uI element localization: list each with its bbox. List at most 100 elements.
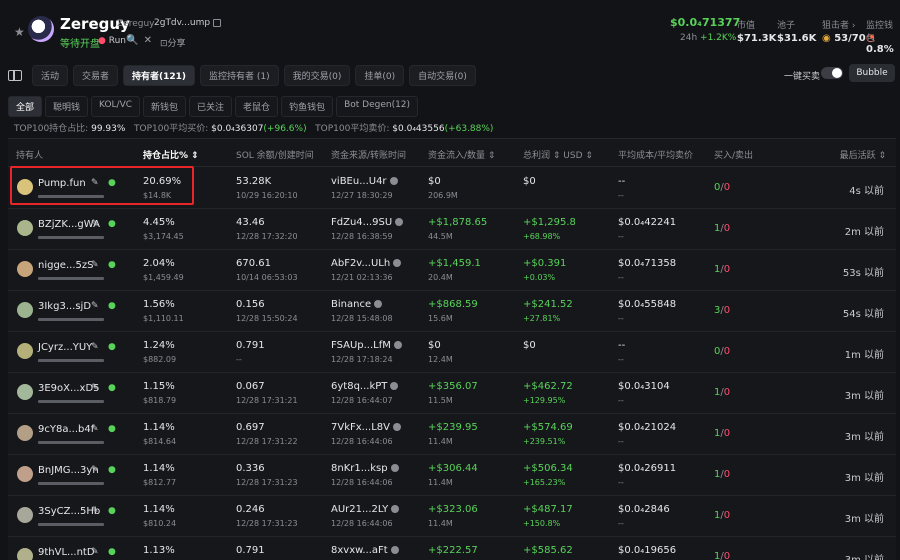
holder-name[interactable]: 9cY8a...b4f <box>38 424 94 435</box>
holding-usd: $818.79 <box>143 396 177 405</box>
col-sol: SOL 余额/创建时间 <box>236 151 314 161</box>
holding-bar <box>38 441 104 444</box>
share-button[interactable]: ⊡分享 <box>160 36 186 49</box>
token-address[interactable]: 2gTdv...ump <box>154 18 222 28</box>
holder-name[interactable]: Pump.fun <box>38 178 86 189</box>
edit-icon[interactable]: ✎ <box>91 547 99 557</box>
holder-name[interactable]: 3Ikg3...sjD <box>38 301 91 312</box>
holder-name[interactable]: JCyrz...YUY <box>38 342 92 353</box>
filter-all[interactable]: 全部 <box>8 96 43 117</box>
col-source: 资金来源/转账时间 <box>331 151 407 161</box>
tab-watched-holders[interactable]: 监控持有者 (1) <box>200 64 279 86</box>
table-row[interactable]: BnJMG...3yn ✎ ● 1.14% $812.77 0.336 12/2… <box>8 455 896 496</box>
filter-phishing[interactable]: 钓鱼钱包 <box>281 96 334 117</box>
user-icon: ● <box>108 178 116 188</box>
fund-source[interactable]: 8xvxw...aFt <box>331 545 399 556</box>
table-row[interactable]: nigge...5zS ✎ ● 2.04% $1,459.49 670.61 1… <box>8 250 896 291</box>
fund-source[interactable]: AbF2v...ULh <box>331 258 402 269</box>
quick-trade-toggle[interactable] <box>821 67 843 79</box>
table-row[interactable]: 9thVL...ntD ✎ ● 1.13% $808.19 0.791 12/2… <box>8 537 896 560</box>
fund-source[interactable]: 8nKr1...ksp <box>331 463 399 474</box>
sell-count: 0 <box>723 469 731 480</box>
total-profit: +$0.391 <box>523 258 567 269</box>
filter-kol[interactable]: KOL/VC <box>91 96 141 117</box>
fund-source-text: Binance <box>331 299 372 310</box>
profit-percent: +0.03% <box>523 273 556 282</box>
holder-name[interactable]: BnJMG...3yn <box>38 465 99 476</box>
edit-icon[interactable]: ✎ <box>91 506 99 516</box>
filter-smart-money[interactable]: 聪明钱 <box>45 96 89 117</box>
sniper-icon: ◉ <box>822 33 831 44</box>
holding-usd: $14.8K <box>143 191 172 200</box>
fund-source-text: AUr21...2LY <box>331 504 389 515</box>
table-row[interactable]: 3SyCZ...5Hb ✎ ● 1.14% $810.24 0.246 12/2… <box>8 496 896 537</box>
last-active: 54s 以前 <box>842 309 884 320</box>
tab-activity[interactable]: 活动 <box>32 64 69 86</box>
tab-holders[interactable]: 持有者(121) <box>123 64 196 86</box>
edit-icon[interactable]: ✎ <box>91 260 99 270</box>
bubble-button[interactable]: Bubble <box>849 64 895 82</box>
filter-insider[interactable]: 老鼠仓 <box>235 96 279 117</box>
col-holder[interactable]: 持有人 <box>16 148 43 161</box>
fund-source[interactable]: AUr21...2LY <box>331 504 400 515</box>
fund-source[interactable]: Binance <box>331 299 383 310</box>
filter-new-wallet[interactable]: 新钱包 <box>143 96 187 117</box>
fund-source[interactable]: viBEu...U4r <box>331 176 398 187</box>
copy-icon[interactable] <box>213 18 222 27</box>
token-header: ★ Zereguy Zereguy 2gTdv...ump 等待开盘 ● Run… <box>0 0 900 60</box>
tab-my-trades[interactable]: 我的交易(0) <box>283 64 351 86</box>
holding-usd: $1,110.11 <box>143 314 184 323</box>
fund-source[interactable]: FdZu4...9SU <box>331 217 404 228</box>
col-inflow[interactable]: 资金流入/数量 ⇕ <box>428 148 495 161</box>
table-row[interactable]: BZjZK...gWA ✎ ● 4.45% $3,174.45 43.46 12… <box>8 209 896 250</box>
col-profit[interactable]: 总利润 ⇕ USD ⇕ <box>523 148 593 161</box>
edit-icon[interactable]: ✎ <box>91 301 99 311</box>
table-row[interactable]: 9cY8a...b4f ✎ ● 1.14% $814.64 0.697 12/2… <box>8 414 896 455</box>
buy-sell-count: 1/0 <box>714 387 730 398</box>
fund-source[interactable]: 6yt8q...kPT <box>331 381 399 392</box>
fund-source[interactable]: 7VkFx...L8V <box>331 422 401 433</box>
col-last-active[interactable]: 最后活跃 ⇕ <box>840 148 886 161</box>
inflow-value: +$323.06 <box>428 504 478 515</box>
last-active: 3m 以前 <box>845 551 884 560</box>
filter-bot-degen[interactable]: Bot Degen(12) <box>336 96 419 117</box>
total-profit: $0 <box>523 340 536 351</box>
user-icon: ● <box>108 219 116 229</box>
source-icon <box>389 177 398 185</box>
col-percent[interactable]: 持仓占比% ⇕ <box>143 148 199 161</box>
table-row[interactable]: Pump.fun ✎ ● 20.69% $14.8K 53.28K 10/29 … <box>8 168 896 209</box>
edit-icon[interactable]: ✎ <box>91 424 99 434</box>
holder-avatar <box>17 466 33 482</box>
sell-count: 0 <box>723 264 731 275</box>
source-icon <box>390 382 399 390</box>
holder-avatar <box>17 507 33 523</box>
holder-name[interactable]: nigge...5zS <box>38 260 93 271</box>
sell-count: 0 <box>723 510 731 521</box>
stat-label-snipers[interactable]: 狙击者 › <box>822 18 855 31</box>
holder-avatar <box>17 220 33 236</box>
social-icons[interactable]: 🔍 ✕ <box>126 35 153 46</box>
avg-sell: -- <box>618 478 624 487</box>
table-row[interactable]: 3Ikg3...sjD ✎ ● 1.56% $1,110.11 0.156 12… <box>8 291 896 332</box>
filter-followed[interactable]: 已关注 <box>189 96 233 117</box>
edit-icon[interactable]: ✎ <box>91 465 99 475</box>
inflow-value: $0 <box>428 340 441 351</box>
panel-toggle-icon[interactable] <box>8 69 22 81</box>
holder-name[interactable]: 9thVL...ntD <box>38 547 95 558</box>
fund-source[interactable]: FSAUp...LfM <box>331 340 402 351</box>
table-row[interactable]: 3E9oX...xD5 ✎ ● 1.15% $818.79 0.067 12/2… <box>8 373 896 414</box>
star-icon[interactable]: ★ <box>14 25 25 39</box>
fund-source-text: 8nKr1...ksp <box>331 463 388 474</box>
edit-icon[interactable]: ✎ <box>91 219 99 229</box>
edit-icon[interactable]: ✎ <box>91 342 99 352</box>
edit-icon[interactable]: ✎ <box>91 383 99 393</box>
tab-orders[interactable]: 挂单(0) <box>355 64 405 86</box>
user-icon: ● <box>108 465 116 475</box>
edit-icon[interactable]: ✎ <box>91 178 99 188</box>
avg-cost: $0.0₄71358 <box>618 258 677 269</box>
tab-auto-trade[interactable]: 自动交易(0) <box>409 64 476 86</box>
tab-traders[interactable]: 交易者 <box>73 64 119 86</box>
table-row[interactable]: JCyrz...YUY ✎ ● 1.24% $882.09 0.791 -- F… <box>8 332 896 373</box>
fund-source-text: AbF2v...ULh <box>331 258 391 269</box>
created-time: 12/28 15:50:24 <box>236 314 298 323</box>
